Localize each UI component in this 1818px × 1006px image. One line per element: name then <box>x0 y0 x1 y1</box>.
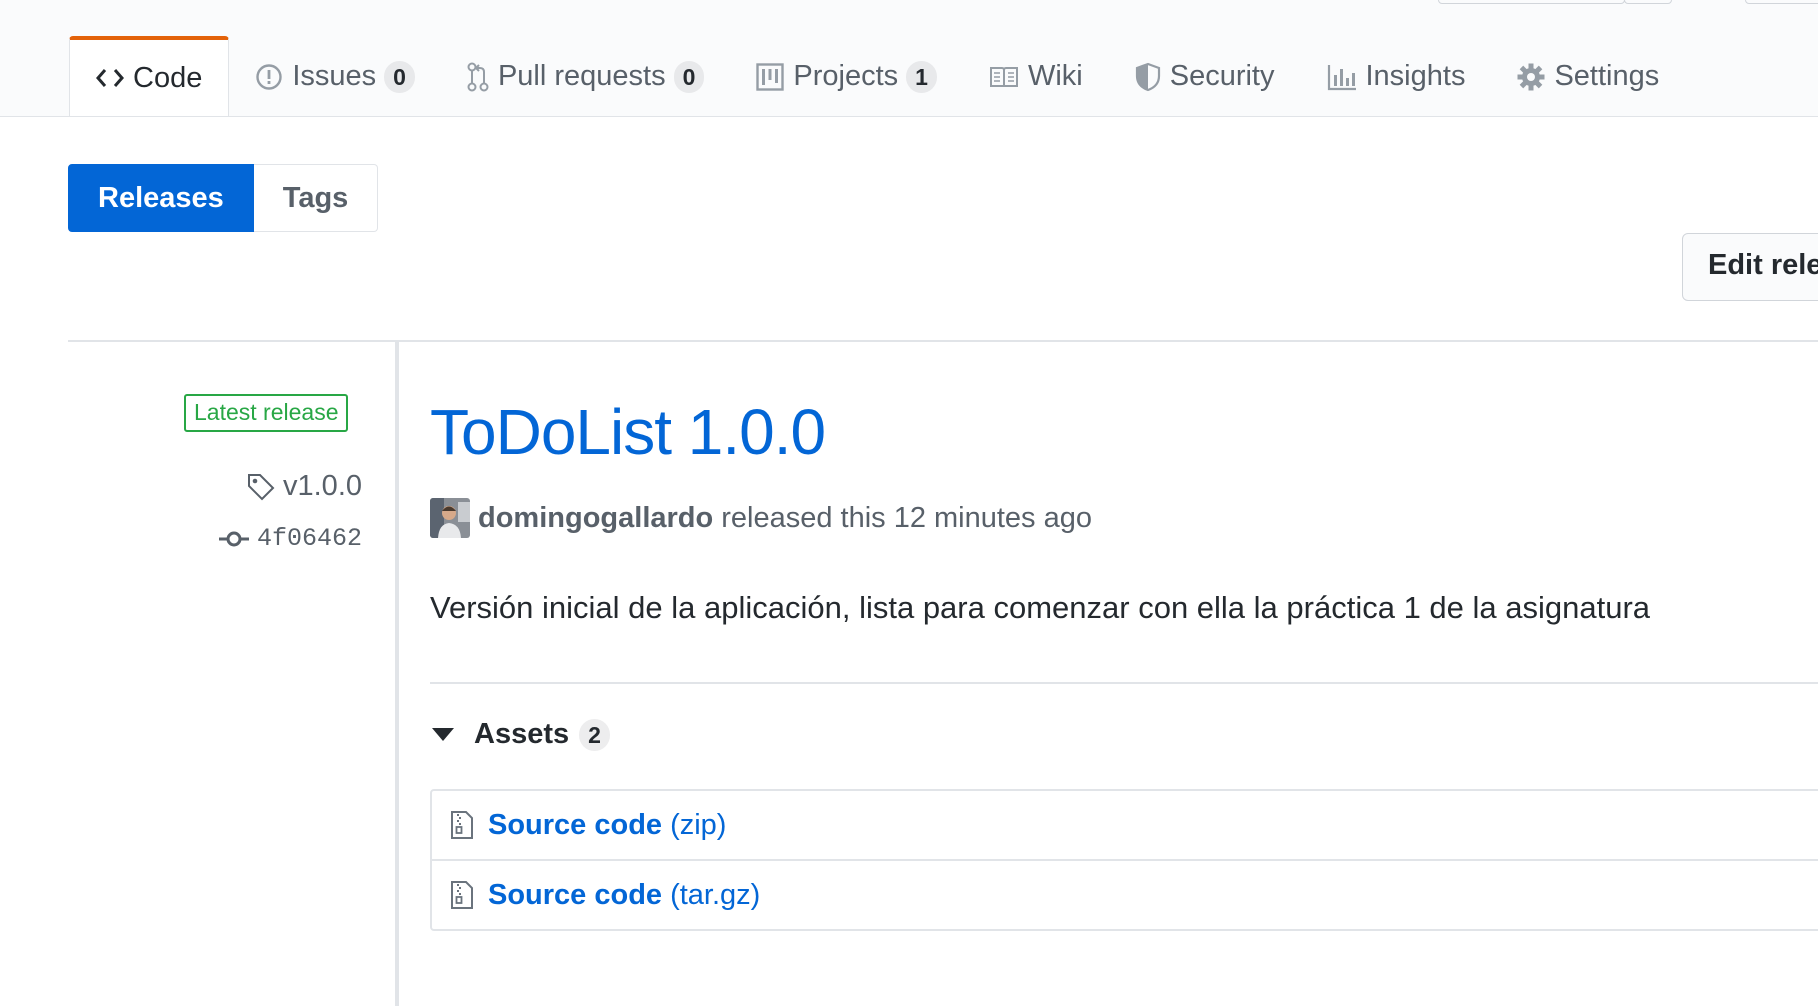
file-zip-icon <box>450 880 474 910</box>
release-tag[interactable]: v1.0.0 <box>247 470 362 503</box>
projects-counter: 1 <box>906 60 937 93</box>
assets-list: Source code (zip) Source code (tar.gz) <box>430 789 1818 931</box>
latest-release-badge: Latest release <box>184 394 349 432</box>
release-commit-label: 4f06462 <box>256 524 362 553</box>
repo-header: Code Issues 0 Pull requests 0 Projects 1 <box>0 0 1818 117</box>
assets-counter: 2 <box>579 718 610 751</box>
release-tag-label: v1.0.0 <box>283 470 362 502</box>
release-title[interactable]: ToDoList 1.0.0 <box>430 400 826 464</box>
tab-wiki-label: Wiki <box>1027 60 1083 92</box>
tags-tab[interactable]: Tags <box>253 164 379 232</box>
tab-security[interactable]: Security <box>1109 36 1301 117</box>
header-button-fragment[interactable] <box>1624 0 1672 4</box>
assets-label: Assets <box>474 718 570 750</box>
tab-settings[interactable]: Settings <box>1491 36 1685 117</box>
asset-format: (tar.gz) <box>670 878 761 911</box>
repo-tabs: Code Issues 0 Pull requests 0 Projects 1 <box>69 36 1685 117</box>
divider <box>68 340 1818 342</box>
commit-icon <box>218 529 249 549</box>
tab-security-label: Security <box>1169 60 1275 92</box>
tab-settings-label: Settings <box>1554 60 1660 92</box>
release-commit[interactable]: 4f06462 <box>218 524 362 553</box>
avatar[interactable] <box>430 498 470 538</box>
pull-requests-counter: 0 <box>673 60 705 93</box>
graph-icon <box>1327 63 1357 91</box>
book-icon <box>989 65 1019 89</box>
release-description: Versión inicial de la aplicación, lista … <box>430 590 1651 625</box>
releases-tab[interactable]: Releases <box>68 164 254 232</box>
issue-icon <box>255 63 283 91</box>
gear-icon <box>1517 63 1545 91</box>
header-button-fragment[interactable] <box>1438 0 1625 4</box>
project-icon <box>756 62 785 91</box>
pull-request-icon <box>467 62 489 92</box>
releases-subnav: Releases Tags <box>68 164 379 232</box>
list-item[interactable]: Source code (tar.gz) <box>432 859 1818 929</box>
asset-format: (zip) <box>670 808 727 841</box>
asset-name: Source code <box>488 808 663 841</box>
tab-wiki[interactable]: Wiki <box>963 36 1109 117</box>
tab-insights-label: Insights <box>1365 60 1466 92</box>
code-icon <box>96 68 124 88</box>
shield-icon <box>1135 62 1161 92</box>
tag-icon <box>247 473 275 501</box>
release-byline: domingogallardo released this 12 minutes… <box>430 498 1092 538</box>
triangle-down-icon <box>432 728 454 741</box>
list-item[interactable]: Source code (zip) <box>432 791 1818 859</box>
header-button-fragment[interactable] <box>1745 0 1818 4</box>
file-zip-icon <box>450 810 474 840</box>
timeline-line <box>395 342 399 1006</box>
edit-release-button[interactable]: Edit rele <box>1682 233 1818 301</box>
tab-issues-label: Issues <box>292 60 377 92</box>
asset-name: Source code <box>488 878 663 911</box>
tab-projects-label: Projects <box>793 60 899 92</box>
tab-code[interactable]: Code <box>69 36 230 116</box>
assets-toggle[interactable]: Assets 2 <box>430 718 610 751</box>
tab-code-label: Code <box>133 61 203 94</box>
divider <box>430 682 1818 684</box>
release-time: released this 12 minutes ago <box>721 501 1093 534</box>
release-author[interactable]: domingogallardo <box>478 502 713 535</box>
issues-counter: 0 <box>384 60 415 93</box>
tab-pull-requests-label: Pull requests <box>497 60 666 92</box>
tab-insights[interactable]: Insights <box>1301 36 1492 117</box>
tab-issues[interactable]: Issues 0 <box>229 36 441 117</box>
tab-projects[interactable]: Projects 1 <box>730 36 963 117</box>
tab-pull-requests[interactable]: Pull requests 0 <box>441 36 730 117</box>
